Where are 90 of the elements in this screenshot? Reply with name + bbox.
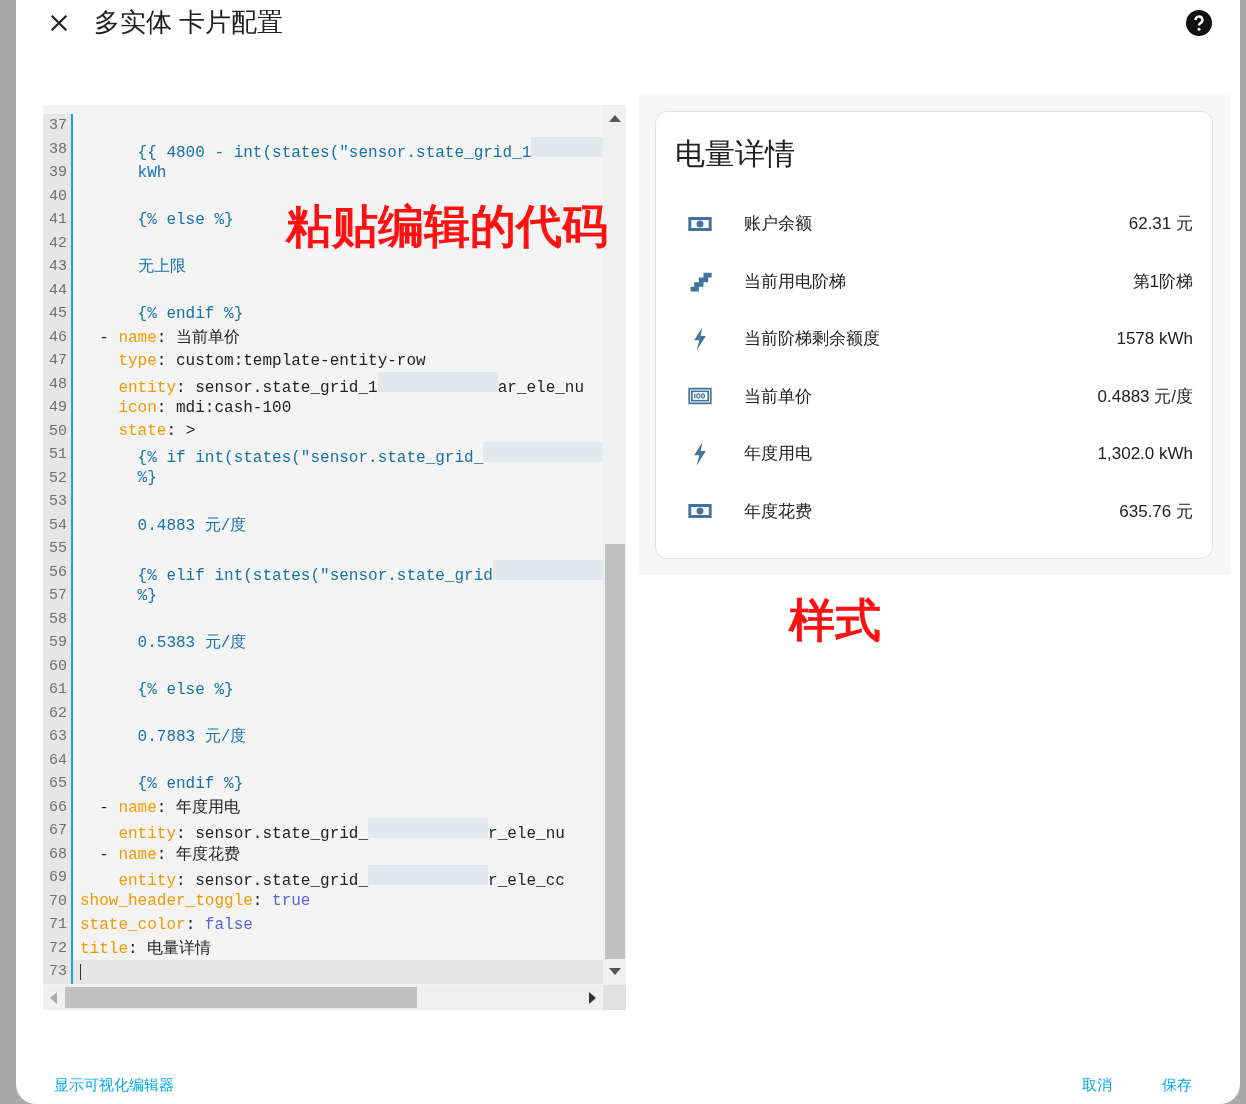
code-line: {% endif %}	[136, 774, 244, 793]
entity-state: 1,302.0 kWh	[1097, 443, 1193, 464]
line-number: 63	[43, 725, 73, 749]
line-number: 62	[43, 701, 73, 725]
code-line: icon: mdi:cash-100	[117, 398, 292, 417]
code-line: 0.4883 元/度	[136, 515, 247, 536]
annotation-text: 粘贴编辑的代码	[286, 198, 608, 255]
line-number: 56	[43, 560, 73, 584]
entity-state: 635.76 元	[1119, 500, 1193, 523]
entity-name: 年度花费	[744, 500, 813, 523]
line-number: 41	[43, 208, 73, 232]
line-number: 46	[43, 325, 73, 349]
code-line: {{ 4800 - int(states("sensor.state_grid_1	[80, 136, 603, 162]
dialog-button[interactable]: 保存	[1162, 1075, 1192, 1095]
code-line: type: custom:template-entity-row	[117, 351, 426, 370]
code-line: {% elif int(states("sensor.state_grid	[80, 559, 603, 585]
line-number: 50	[43, 419, 73, 443]
code-line: - name: 年度用电	[98, 797, 240, 818]
line-number: 49	[43, 396, 73, 420]
entity-state: 1578 kWh	[1116, 328, 1193, 349]
code-line: state: >	[117, 422, 196, 441]
code-editor[interactable]	[43, 105, 626, 1010]
code-line: {% if int(states("sensor.state_grid_	[80, 442, 603, 468]
annotation-text: 样式	[789, 592, 881, 649]
line-number: 65	[43, 772, 73, 796]
line-number: 54	[43, 513, 73, 537]
line-number: 57	[43, 584, 73, 608]
code-line: title: 电量详情	[80, 938, 212, 959]
code-line: kWh	[136, 163, 167, 182]
line-number: 47	[43, 349, 73, 373]
scroll-right-icon[interactable]	[589, 991, 597, 1004]
code-line: 0.7883 元/度	[136, 726, 247, 748]
code-line: {% else %}	[136, 680, 234, 699]
line-number: 67	[43, 819, 73, 843]
entity-name: 年度用电	[744, 443, 813, 466]
line-number: 71	[43, 913, 73, 937]
code-line: entity: sensor.state_grid_ r_ele_nu	[80, 818, 565, 844]
line-number: 51	[43, 443, 73, 467]
line-number: 42	[43, 231, 73, 255]
line-number: 64	[43, 748, 73, 772]
line-number: 37	[43, 114, 73, 138]
code-line: - name: 当前单价	[98, 327, 240, 348]
code-line: 0.5383 元/度	[136, 632, 247, 654]
code-line: show_header_toggle: true	[80, 892, 311, 911]
line-number: 52	[43, 466, 73, 490]
code-line: entity: sensor.state_grid_1 ar_ele_nu	[80, 371, 585, 397]
line-number: 55	[43, 537, 73, 561]
line-number: 69	[43, 866, 73, 890]
code-line: {% else %}	[136, 210, 234, 229]
line-number: 39	[43, 161, 73, 185]
help-button[interactable]	[1186, 10, 1212, 36]
line-number: 72	[43, 936, 73, 960]
entity-name: 账户余额	[744, 213, 813, 236]
scroll-down-icon[interactable]	[608, 968, 621, 976]
line-number: 58	[43, 607, 73, 631]
dialog-title: 多实体 卡片配置	[94, 5, 285, 39]
line-number: 66	[43, 795, 73, 819]
visual-editor-link[interactable]: 显示可视化编辑器	[54, 1075, 174, 1095]
line-number: 40	[43, 184, 73, 208]
line-number: 44	[43, 278, 73, 302]
line-number: 38	[43, 137, 73, 161]
code-line: entity: sensor.state_grid_ r_ele_cc	[80, 865, 565, 891]
text-cursor	[80, 963, 81, 980]
code-line: - name: 年度花费	[98, 844, 240, 865]
entity-state: 0.4883 元/度	[1097, 385, 1193, 408]
entity-name: 当前用电阶梯	[744, 270, 847, 293]
line-number: 60	[43, 654, 73, 678]
entity-state: 第1阶梯	[1132, 270, 1193, 293]
line-number: 68	[43, 842, 73, 866]
code-line: state_color: false	[80, 915, 253, 934]
code-line: %}	[136, 469, 157, 488]
line-number: 48	[43, 372, 73, 396]
code-line: 无上限	[136, 256, 186, 278]
scroll-up-icon[interactable]	[608, 114, 621, 122]
line-number: 53	[43, 490, 73, 514]
line-number: 45	[43, 302, 73, 326]
entity-name: 当前阶梯剩余额度	[744, 328, 881, 351]
line-number: 70	[43, 889, 73, 913]
code-line: %}	[136, 586, 157, 605]
line-number: 43	[43, 255, 73, 279]
entity-name: 当前单价	[744, 385, 813, 408]
line-number: 61	[43, 678, 73, 702]
horizontal-scrollbar[interactable]	[43, 985, 603, 1010]
scrollbar-corner	[603, 985, 626, 1010]
entity-state: 62.31 元	[1128, 213, 1193, 236]
close-button[interactable]	[48, 12, 70, 34]
line-number: 59	[43, 631, 73, 655]
card-title: 电量详情	[675, 136, 796, 172]
code-line: {% endif %}	[136, 304, 244, 323]
dialog-button[interactable]: 取消	[1082, 1075, 1112, 1095]
